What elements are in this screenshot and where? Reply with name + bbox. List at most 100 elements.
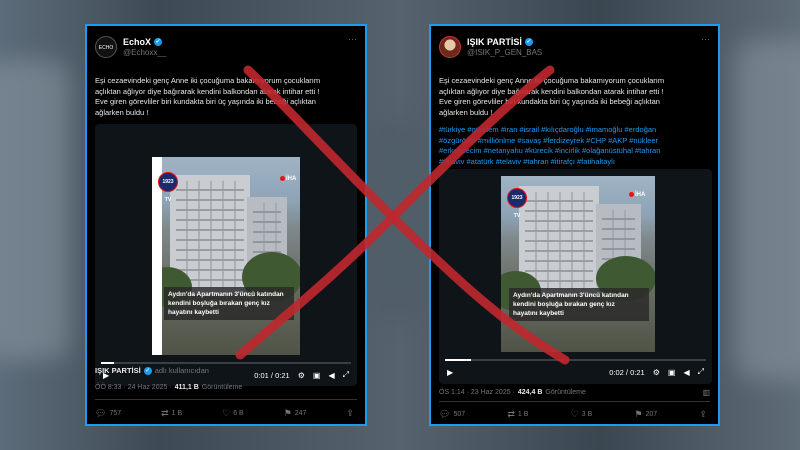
bookmark-count: 207 [645,411,658,418]
right-tweet-card: IŞIK PARTİSİ ✓ @ISIK_P_GEN_BAS ··· Eşi c… [429,24,720,426]
caption-line: kendini boşluğa bırakan genç kız [513,301,615,308]
bookmark-icon: ⚑ [634,409,643,419]
fullscreen-icon[interactable]: ⤢ [698,367,704,377]
verified-icon: ✓ [524,38,533,46]
bookmark-count: 247 [294,410,307,417]
tweet-timestamp[interactable]: ÖÖ 8:33 · 24 Haz 2025 · [95,384,172,391]
verified-icon: ✓ [154,38,163,46]
tweet-text-line: Eşi cezaevindeki genç Anne iki çocuğuma … [439,76,665,85]
share-icon: ⇪ [346,408,354,418]
video-progress-fill [445,359,472,361]
reply-icon: 💬︎ [95,408,107,418]
video-player[interactable]: 1923 TV İHA Aydın'da Apartmanın 3'üncü k… [95,124,357,386]
verified-icon: ✓ [143,366,152,375]
tweet-timestamp[interactable]: ÖS 1:14 · 23 Haz 2025 · [439,389,515,396]
tweet-text: Eşi cezaevindeki genç Anne iki çocuğuma … [95,76,320,118]
views-label: Görüntüleme [545,389,586,396]
bookmark-button[interactable]: ⚑ 207 [634,409,657,420]
caption-line: Aydın'da Apartmanın 3'üncü katından [513,292,629,299]
retweet-count: 1 B [171,410,183,417]
retweet-button[interactable]: ⇄ 1 B [507,409,528,420]
more-options-icon[interactable]: ··· [348,34,357,44]
video-time: 0:01 / 0:21 [254,370,290,380]
author-name[interactable]: IŞIK PARTİSİ [467,37,522,47]
settings-icon[interactable]: ⚙ [298,371,305,380]
retweet-button[interactable]: ⇄ 1 B [161,408,182,419]
divider [95,399,357,400]
tweet-text-line: ağlarken buldu ! [439,107,493,117]
iha-text: İHA [286,176,297,183]
video-frame[interactable]: 1923 TV İHA Aydın'da Apartmanın 3'üncü k… [152,157,300,355]
tv-logo: 1923 TV [158,172,178,203]
share-icon: ⇪ [699,409,707,419]
fullscreen-icon[interactable]: ⤢ [343,370,349,380]
tweet-text-line: Eve giren görevliler biri kundakta biri … [439,97,660,106]
video-progress-bar[interactable] [101,362,351,364]
iha-logo: İHA [629,192,645,198]
background-shape [735,40,800,380]
tweet-actions: 💬︎ 757 ⇄ 1 B ♡ 6 B ⚑ 247 ⇪ [95,408,357,419]
captions-icon[interactable]: ▣ [668,368,676,377]
video-frame[interactable]: 1923 TV İHA Aydın'da Apartmanın 3'üncü k… [501,176,655,352]
play-icon[interactable]: ▶ [447,368,453,377]
retweet-count: 1 B [517,411,529,418]
analytics-icon[interactable]: ▥ [702,388,710,397]
like-button[interactable]: ♡ 3 B [571,409,593,420]
video-caption: Aydın'da Apartmanın 3'üncü katından kend… [509,288,649,321]
caption-line: hayatını kaybetti [168,309,219,316]
video-progress-bar[interactable] [445,359,706,361]
iha-text: İHA [635,192,646,199]
source-suffix: adlı kullanıcıdan [154,366,209,375]
bookmark-icon: ⚑ [283,408,292,418]
caption-line: hayatını kaybetti [513,310,564,317]
tweet-text-line: ağlarken buldu ! [95,107,149,117]
author-handle[interactable]: @ISIK_P_GEN_BAS [467,48,542,57]
video-player[interactable]: 1923 TV İHA Aydın'da Apartmanın 3'üncü k… [439,169,712,384]
avatar[interactable]: ECHO [95,36,117,58]
avatar[interactable] [439,36,461,58]
like-button[interactable]: ♡ 6 B [222,408,244,419]
view-count: 424,4 B [517,389,543,396]
hashtag-line[interactable]: #telaviv #atatürk #telaviv #tahran #itir… [439,157,660,168]
hashtag-line[interactable]: #özgürözel #milliönlme #savaş #ferdizeyr… [439,136,660,147]
views-label: Görüntüleme [201,384,243,391]
hashtag-line[interactable]: #erkensecim #netanyahu #kürecik #incirli… [439,146,660,157]
author-handle[interactable]: @Echoxx__ [123,48,166,57]
tweet-text-line: Eve giren görevliler biri kundakta biri … [95,97,316,106]
background-shape [0,60,70,360]
hashtags: #türkiye #gündem #iran #israil #kılıçdar… [439,125,660,167]
share-button[interactable]: ⇪ [346,408,357,419]
video-source-row: IŞIK PARTİSİ ✓ adlı kullanıcıdan [95,366,209,375]
heart-icon: ♡ [222,408,231,418]
more-options-icon[interactable]: ··· [701,34,710,44]
share-button[interactable]: ⇪ [699,409,710,420]
tweet-text-line: Eşi cezaevindeki genç Anne iki çocuğuma … [95,76,321,85]
iha-logo: İHA [280,176,296,182]
video-controls: ▶ 0:02 / 0:21 ⚙ ▣ ◀ ⤢ [447,367,704,377]
tweet-header: IŞIK PARTİSİ ✓ @ISIK_P_GEN_BAS [439,32,542,62]
author-name[interactable]: EchoX [123,37,151,47]
tweet-text: Eşi cezaevindeki genç Anne iki çocuğuma … [439,76,664,118]
video-time: 0:02 / 0:21 [609,367,645,377]
volume-icon[interactable]: ◀ [328,371,334,380]
source-name[interactable]: IŞIK PARTİSİ [95,366,141,375]
tv-logo: 1923 TV [507,188,527,219]
captions-icon[interactable]: ▣ [313,371,321,380]
bookmark-button[interactable]: ⚑ 247 [284,408,307,419]
caption-line: kendini boşluğa bırakan genç kız [168,300,270,307]
reply-button[interactable]: 💬︎ 507 [439,409,465,420]
volume-icon[interactable]: ◀ [683,368,689,377]
background-shape [372,120,424,320]
reply-button[interactable]: 💬︎ 757 [95,408,121,419]
view-count: 411,1 B [174,384,199,391]
caption-line: Aydın'da Apartmanın 3'üncü katından [168,291,284,298]
tweet-text-line: açlıktan ağlıyor diye bağırarak kendini … [439,86,664,96]
like-count: 3 B [581,411,593,418]
retweet-icon: ⇄ [507,409,515,419]
hashtag-line[interactable]: #türkiye #gündem #iran #israil #kılıçdar… [439,125,660,136]
tweet-actions: 💬︎ 507 ⇄ 1 B ♡ 3 B ⚑ 207 ⇪ [439,409,710,420]
divider [439,401,710,402]
left-tweet-card: ECHO EchoX ✓ @Echoxx__ ··· Eşi cezaevind… [85,24,367,426]
settings-icon[interactable]: ⚙ [653,368,660,377]
video-caption: Aydın'da Apartmanın 3'üncü katından kend… [164,287,294,320]
